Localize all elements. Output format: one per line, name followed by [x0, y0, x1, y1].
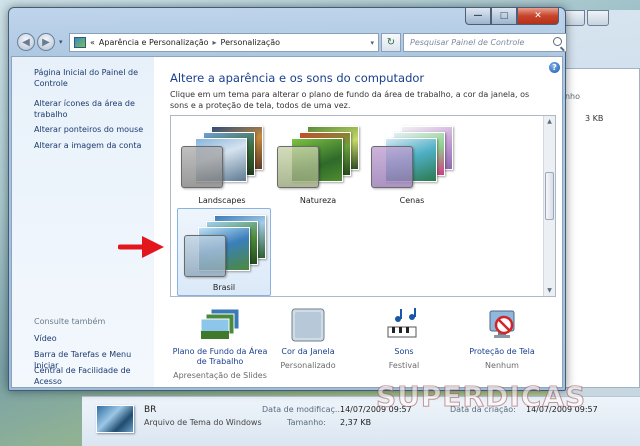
screensaver-link[interactable]: Proteção de Tela	[452, 347, 552, 357]
theme-gallery: Landscapes Natureza Cenas Brasil ▲ ▼	[170, 115, 556, 297]
caption-buttons: — □ ✕	[465, 7, 559, 25]
recent-pages-dropdown[interactable]: ▾	[59, 38, 63, 46]
desktop-background-icon[interactable]	[197, 307, 243, 343]
gallery-scrollbar[interactable]: ▲ ▼	[543, 116, 555, 296]
breadcrumb-separator-icon[interactable]: ▸	[213, 38, 217, 47]
breadcrumb-personalization[interactable]: Personalização	[221, 38, 281, 47]
personalization-window: — □ ✕ ◀ ▶ ▾ « Aparência e Personalização…	[8, 7, 567, 391]
screensaver-value: Nenhum	[485, 361, 519, 370]
sidebar-link-display[interactable]: Vídeo	[34, 333, 152, 344]
theme-natureza[interactable]: Natureza	[271, 120, 365, 206]
address-dropdown-icon[interactable]: ▾	[370, 39, 374, 47]
main-panel: ? Altere a aparência e os sons do comput…	[158, 57, 562, 387]
window-color-link[interactable]: Cor da Janela	[258, 347, 358, 357]
search-placeholder: Pesquisar Painel de Controle	[410, 38, 525, 47]
sounds-value: Festival	[388, 361, 420, 370]
screensaver-option[interactable]: Proteção de Tela Nenhum	[452, 303, 552, 387]
modified-label: Data de modificaç...	[262, 405, 343, 414]
window-color-icon[interactable]	[290, 307, 326, 343]
theme-landscapes-color-swatch	[181, 146, 223, 188]
theme-brasil-label: Brasil	[212, 283, 236, 292]
help-icon[interactable]: ?	[549, 62, 560, 73]
file-name: BR	[144, 405, 157, 415]
theme-landscapes-label: Landscapes	[198, 196, 246, 205]
navigation-bar: ◀ ▶ ▾ « Aparência e Personalização ▸ Per…	[17, 32, 567, 54]
size-label: Tamanho:	[287, 418, 326, 427]
search-icon[interactable]	[553, 37, 562, 46]
file-type: Arquivo de Tema do Windows	[144, 418, 262, 427]
search-input[interactable]: Pesquisar Painel de Controle	[403, 33, 567, 52]
sidebar-link-ease-of-access[interactable]: Central de Facilidade de Acesso	[34, 365, 152, 387]
forward-button[interactable]: ▶	[37, 33, 55, 51]
sidebar-link-account-picture[interactable]: Alterar a imagem da conta	[34, 140, 152, 151]
theme-cenas-label: Cenas	[399, 196, 425, 205]
refresh-button[interactable]: ↻	[381, 33, 401, 52]
watermark: SUPERDICAS	[375, 380, 587, 414]
theme-brasil-color-swatch	[184, 235, 226, 277]
theme-file-thumbnail[interactable]	[96, 405, 134, 433]
see-also-heading: Consulte também	[34, 317, 106, 326]
theme-cenas-color-swatch	[371, 146, 413, 188]
breadcrumb-appearance[interactable]: Aparência e Personalização	[99, 38, 209, 47]
desktop-background-link[interactable]: Plano de Fundo da Área de Trabalho	[170, 347, 270, 367]
theme-natureza-color-swatch	[277, 146, 319, 188]
page-title: Altere a aparência e os sons do computad…	[170, 71, 425, 85]
sounds-link[interactable]: Sons	[354, 347, 454, 357]
theme-natureza-label: Natureza	[299, 196, 337, 205]
desktop-background-value: Apresentação de Slides	[173, 371, 267, 380]
window-color-value: Personalizado	[280, 361, 336, 370]
theme-landscapes[interactable]: Landscapes	[175, 120, 269, 206]
address-prefix[interactable]: «	[90, 38, 95, 47]
screensaver-icon[interactable]	[484, 307, 520, 343]
sounds-option[interactable]: Sons Festival	[354, 303, 454, 387]
sidebar-link-mouse-pointers[interactable]: Alterar ponteiros do mouse	[34, 124, 152, 135]
control-panel-icon	[74, 37, 86, 48]
bg-window-maximize[interactable]	[587, 10, 609, 26]
page-description: Clique em um tema para alterar o plano d…	[170, 90, 530, 110]
sounds-icon[interactable]	[384, 307, 424, 343]
bg-size-value: 3 KB	[585, 114, 604, 123]
window-color-option[interactable]: Cor da Janela Personalizado	[258, 303, 358, 387]
back-button[interactable]: ◀	[17, 33, 35, 51]
theme-brasil[interactable]: Brasil	[177, 208, 271, 296]
sidebar: Página Inicial do Painel de Controle Alt…	[12, 57, 154, 387]
window-client-area: Página Inicial do Painel de Controle Alt…	[11, 56, 563, 388]
address-bar[interactable]: « Aparência e Personalização ▸ Personali…	[69, 33, 379, 52]
size-value: 2,37 KB	[340, 418, 372, 427]
theme-cenas[interactable]: Cenas	[365, 120, 459, 206]
bg-window-minimize[interactable]	[563, 10, 585, 26]
close-button[interactable]: ✕	[517, 7, 559, 25]
desktop-background-option[interactable]: Plano de Fundo da Área de Trabalho Apres…	[170, 303, 270, 387]
scroll-up-icon[interactable]: ▲	[544, 116, 555, 127]
minimize-button[interactable]: —	[465, 7, 491, 25]
scroll-down-icon[interactable]: ▼	[544, 285, 555, 296]
scrollbar-thumb[interactable]	[545, 172, 554, 220]
theme-settings-bar: Plano de Fundo da Área de Trabalho Apres…	[170, 303, 570, 387]
sidebar-link-desktop-icons[interactable]: Alterar ícones da área de trabalho	[34, 98, 152, 120]
red-arrow-icon	[118, 236, 164, 258]
sidebar-link-control-panel-home[interactable]: Página Inicial do Painel de Controle	[34, 67, 152, 89]
maximize-button[interactable]: □	[491, 7, 517, 25]
